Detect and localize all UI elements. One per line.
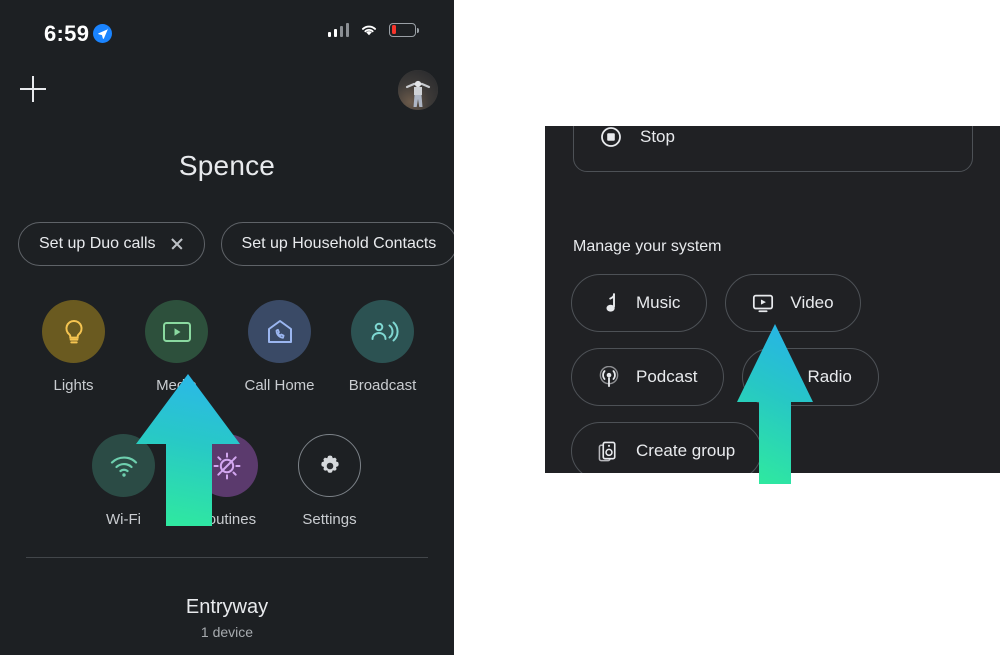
quick-action-settings[interactable]: Settings — [278, 434, 381, 528]
status-bar: 6:59 — [0, 0, 454, 58]
quick-action-lights[interactable]: Lights — [22, 300, 125, 394]
chip-set-up-household-contacts[interactable]: Set up Household Contacts — [220, 222, 454, 266]
system-options-row-3: Create group — [571, 422, 991, 473]
system-options-row-1: Music Video — [571, 274, 991, 332]
option-label: Create group — [636, 441, 736, 460]
option-label: Video — [790, 293, 834, 312]
option-radio[interactable]: Radio — [742, 348, 879, 406]
radio-icon — [769, 366, 791, 388]
option-label: Music — [636, 293, 681, 312]
suggestion-chips: Set up Duo calls Set up Household Contac… — [18, 222, 454, 266]
status-bar-indicators — [327, 22, 419, 37]
quick-action-label: Lights — [53, 377, 94, 394]
quick-action-label: Wi-Fi — [106, 511, 141, 528]
cellular-signal-icon — [327, 22, 349, 37]
avatar[interactable] — [398, 70, 438, 110]
stop-circle-icon — [601, 127, 621, 147]
home-phone-icon — [248, 300, 311, 363]
section-title: Manage your system — [573, 238, 722, 255]
stop-button-label: Stop — [640, 127, 675, 146]
option-podcast[interactable]: Podcast — [571, 348, 725, 406]
wifi-icon — [92, 434, 155, 497]
chip-label: Set up Duo calls — [39, 235, 156, 252]
app-top-bar — [0, 70, 454, 126]
quick-actions-row-1: Lights Media Call Home Broadcast — [0, 300, 454, 394]
quick-actions: Lights Media Call Home Broadcast Wi-Fi R… — [0, 300, 454, 528]
chip-label: Set up Household Contacts — [241, 235, 437, 252]
routines-icon — [195, 434, 258, 497]
lightbulb-icon — [42, 300, 105, 363]
option-video[interactable]: Video — [725, 274, 861, 332]
gear-icon — [298, 434, 361, 497]
google-home-app-panel: 6:59 Spence Set up Duo calls Set up Hous… — [0, 0, 454, 655]
video-monitor-icon — [752, 292, 774, 314]
broadcast-icon — [351, 300, 414, 363]
quick-action-media[interactable]: Media — [125, 300, 228, 394]
speaker-group-icon — [598, 440, 620, 462]
quick-action-broadcast[interactable]: Broadcast — [331, 300, 434, 394]
quick-action-label: Broadcast — [348, 377, 417, 394]
quick-action-label: Settings — [302, 511, 357, 528]
stop-button[interactable]: Stop — [573, 126, 973, 172]
music-note-icon — [598, 292, 620, 314]
section-divider — [26, 557, 428, 558]
quick-action-call-home[interactable]: Call Home — [228, 300, 331, 394]
manage-system-panel: Stop Manage your system Music Video Podc… — [545, 126, 1000, 473]
wifi-icon — [361, 25, 377, 36]
option-label: Podcast — [636, 367, 698, 386]
chip-set-up-duo-calls[interactable]: Set up Duo calls — [18, 222, 205, 266]
status-bar-time: 6:59 — [44, 21, 90, 46]
add-device-button[interactable] — [20, 76, 46, 102]
quick-action-label: Routines — [196, 511, 257, 528]
option-label: Radio — [807, 367, 852, 386]
podcast-icon — [598, 365, 620, 388]
option-create-group[interactable]: Create group — [571, 422, 763, 473]
quick-action-routines[interactable]: Routines — [175, 434, 278, 528]
battery-low-icon — [389, 22, 419, 37]
quick-actions-row-2: Wi-Fi Routines Settings — [0, 434, 454, 528]
option-music[interactable]: Music — [571, 274, 708, 332]
system-options-row-2: Podcast Radio — [571, 348, 991, 406]
screenshot-stage: 6:59 Spence Set up Duo calls Set up Hous… — [0, 0, 1000, 655]
system-options-grid: Music Video Podcast Radio Create group — [571, 274, 991, 473]
media-play-icon — [145, 300, 208, 363]
page-title: Spence — [178, 150, 276, 181]
location-arrow-icon — [93, 24, 112, 43]
quick-action-wifi[interactable]: Wi-Fi — [72, 434, 175, 528]
room-title: Entryway — [185, 596, 269, 618]
room-device-count: 1 device — [200, 624, 254, 640]
quick-action-label: Media — [156, 377, 197, 394]
quick-action-label: Call Home — [244, 377, 315, 394]
close-icon[interactable] — [170, 237, 184, 251]
